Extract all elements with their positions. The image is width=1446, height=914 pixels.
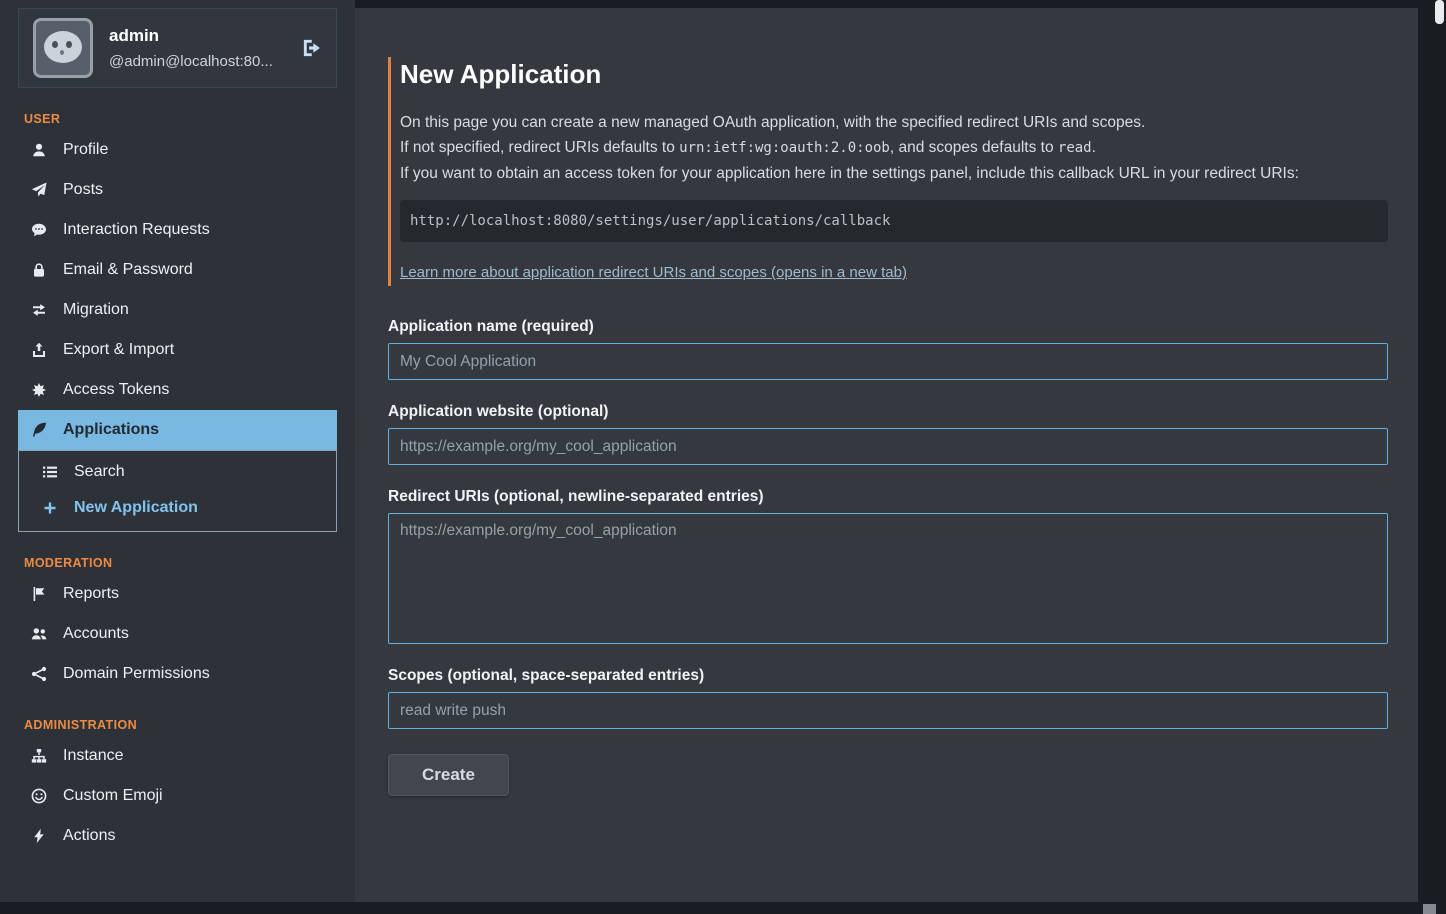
create-button[interactable]: Create [388,754,509,796]
intro-line-1: On this page you can create a new manage… [400,110,1388,135]
intro-line-2-text-a: If not specified, redirect URIs defaults… [400,139,679,156]
sidebar-item-label: Custom Emoji [63,787,163,805]
sidebar-item-custom-emoji[interactable]: Custom Emoji [18,776,337,816]
sidebar-item-applications[interactable]: Applications [18,410,337,450]
scrollbar-corner [1423,904,1436,914]
user-card[interactable]: admin @admin@localhost:80... [18,8,337,88]
user-info: admin @admin@localhost:80... [109,26,273,70]
scopes-input[interactable] [388,692,1388,729]
sidebar-item-label: New Application [74,499,198,517]
page-intro: New Application On this page you can cre… [388,57,1388,286]
sidebar-item-interaction-requests[interactable]: Interaction Requests [18,210,337,250]
sidebar-item-label: Migration [63,301,129,319]
sidebar-item-label: Search [74,463,125,481]
sidebar-nav-user: Profile Posts Interaction Requests Email… [18,130,337,532]
application-website-input[interactable] [388,428,1388,465]
sidebar-item-label: Reports [63,585,119,603]
applications-submenu: Search New Application [18,450,337,532]
inline-code-oob: urn:ietf:wg:oauth:2.0:oob [679,140,890,156]
sidebar-item-actions[interactable]: Actions [18,816,337,856]
application-name-field-group: Application name (required) [388,318,1388,380]
list-icon [41,464,59,480]
sign-out-icon[interactable] [301,38,322,59]
inline-code-read: read [1058,140,1092,156]
users-icon [30,626,48,642]
redirect-uris-field-group: Redirect URIs (optional, newline-separat… [388,488,1388,644]
exchange-arrows-icon [30,302,48,318]
sidebar-nav-administration: Instance Custom Emoji Actions [18,736,337,856]
sidebar-item-new-application[interactable]: New Application [19,490,336,526]
sidebar-item-label: Profile [63,141,108,159]
sidebar-item-label: Access Tokens [63,381,169,399]
sidebar-item-posts[interactable]: Posts [18,170,337,210]
smile-icon [30,788,48,804]
sidebar: admin @admin@localhost:80... USER Profil… [0,0,355,902]
section-label-administration: ADMINISTRATION [24,718,337,732]
sidebar-item-access-tokens[interactable]: Access Tokens [18,370,337,410]
redirect-uris-label: Redirect URIs (optional, newline-separat… [388,488,1388,506]
application-name-label: Application name (required) [388,318,1388,336]
sidebar-item-applications-search[interactable]: Search [19,454,336,490]
paper-plane-icon [30,182,48,198]
flag-icon [30,586,48,602]
scopes-field-group: Scopes (optional, space-separated entrie… [388,667,1388,729]
intro-line-2-text-c: . [1092,139,1096,156]
sidebar-item-label: Posts [63,181,103,199]
sidebar-item-reports[interactable]: Reports [18,574,337,614]
sidebar-item-profile[interactable]: Profile [18,130,337,170]
avatar [33,18,93,78]
sidebar-item-label: Domain Permissions [63,665,210,683]
sidebar-item-migration[interactable]: Migration [18,290,337,330]
application-name-input[interactable] [388,343,1388,380]
sidebar-item-export-import[interactable]: Export & Import [18,330,337,370]
sidebar-item-domain-permissions[interactable]: Domain Permissions [18,654,337,694]
intro-line-3: If you want to obtain an access token fo… [400,161,1388,186]
section-label-user: USER [24,112,337,126]
sidebar-nav-moderation: Reports Accounts Domain Permissions [18,574,337,694]
intro-line-2: If not specified, redirect URIs defaults… [400,135,1388,161]
comment-icon [30,222,48,238]
callback-url-code-block[interactable]: http://localhost:8080/settings/user/appl… [400,200,1388,242]
scopes-label: Scopes (optional, space-separated entrie… [388,667,1388,685]
application-website-field-group: Application website (optional) [388,403,1388,465]
sidebar-item-label: Instance [63,747,123,765]
sidebar-item-accounts[interactable]: Accounts [18,614,337,654]
sidebar-item-label: Interaction Requests [63,221,210,239]
app-window: admin @admin@localhost:80... USER Profil… [0,0,1446,914]
section-label-moderation: MODERATION [24,556,337,570]
sitemap-icon [30,748,48,764]
sidebar-item-label: Export & Import [63,341,174,359]
user-icon [30,142,48,158]
new-application-form: Application name (required) Application … [388,318,1388,796]
bolt-icon [30,828,48,844]
user-name: admin [109,26,273,46]
feather-icon [30,422,48,438]
redirect-uris-textarea[interactable] [388,513,1388,644]
export-import-icon [30,342,48,358]
main-content: New Application On this page you can cre… [355,8,1418,902]
scrollbar-thumb[interactable] [1435,0,1444,24]
sidebar-item-email-password[interactable]: Email & Password [18,250,337,290]
lock-icon [30,262,48,278]
share-nodes-icon [30,666,48,682]
application-website-label: Application website (optional) [388,403,1388,421]
sidebar-item-label: Applications [63,421,159,439]
sidebar-item-label: Actions [63,827,115,845]
plus-icon [41,500,59,516]
certificate-icon [30,382,48,398]
sidebar-item-label: Email & Password [63,261,193,279]
user-handle: @admin@localhost:80... [109,53,273,70]
page-title: New Application [400,59,1388,90]
sidebar-item-instance[interactable]: Instance [18,736,337,776]
learn-more-link[interactable]: Learn more about application redirect UR… [400,264,907,281]
sidebar-item-label: Accounts [63,625,129,643]
intro-line-2-text-b: , and scopes defaults to [890,139,1058,156]
